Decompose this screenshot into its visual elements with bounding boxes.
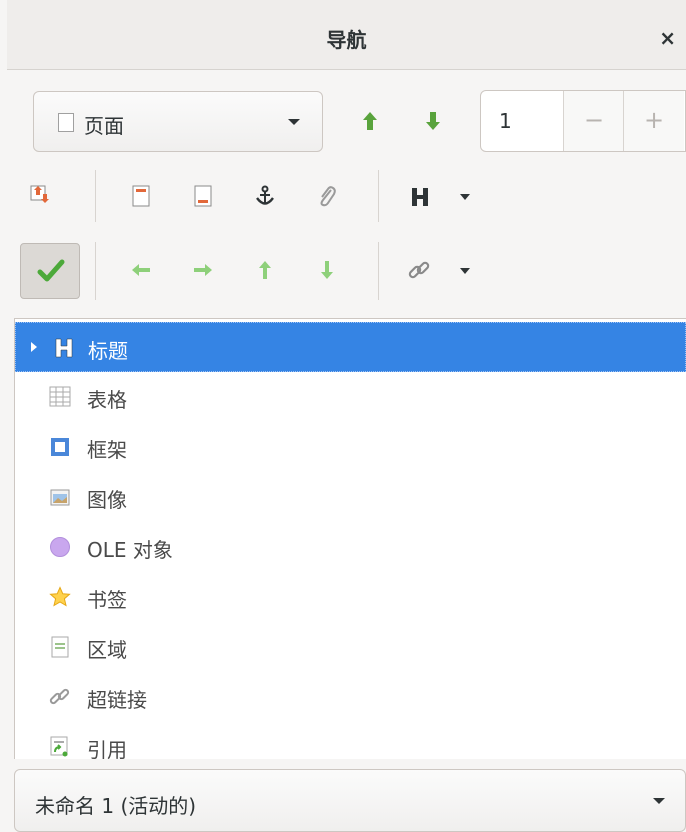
toolbar-separator: [378, 242, 379, 300]
heading-icon: [55, 338, 73, 358]
tree-item-label: 超链接: [87, 688, 147, 712]
promote-chapter-button[interactable]: [128, 258, 154, 282]
tree-item-label: 书签: [87, 588, 127, 612]
tree-item-label: 区域: [87, 638, 127, 662]
header-icon: [132, 185, 150, 207]
anchor-button[interactable]: [252, 182, 278, 210]
hyperlink-icon: [408, 261, 430, 279]
chevron-down-icon: [460, 268, 470, 274]
close-button[interactable]: ×: [659, 26, 676, 50]
reference-icon: [50, 736, 68, 757]
tree-item-headings[interactable]: 标题: [15, 322, 686, 372]
page-number-spinner[interactable]: 1 − +: [480, 90, 686, 152]
tree-item-label: 表格: [87, 388, 127, 412]
page-number-value[interactable]: 1: [499, 109, 512, 133]
toolbar-separator: [95, 170, 96, 222]
drag-mode-button[interactable]: [20, 243, 80, 299]
tree-item-hyperlinks[interactable]: 超链接: [15, 672, 686, 722]
arrow-up-icon: [363, 112, 377, 130]
document-selector[interactable]: 未命名 1 (活动的): [14, 769, 686, 832]
increment-button[interactable]: +: [623, 91, 684, 151]
next-object-button[interactable]: [420, 108, 446, 134]
toolbar-separator: [378, 170, 379, 222]
chevron-down-icon: [288, 119, 300, 125]
frame-icon: [51, 438, 69, 456]
navigate-by-label: 页面: [84, 114, 124, 138]
expander-icon: [31, 342, 37, 352]
arrow-left-icon: [132, 264, 150, 276]
footer-button[interactable]: [190, 182, 216, 210]
tree-item-tables[interactable]: 表格: [15, 372, 686, 422]
arrow-right-icon: [194, 264, 212, 276]
toolbar-separator: [95, 242, 96, 300]
promote-level-button[interactable]: [252, 258, 278, 282]
previous-object-button[interactable]: [357, 108, 383, 134]
footer-icon: [194, 185, 212, 207]
navigate-by-dropdown[interactable]: 页面: [33, 91, 323, 152]
tree-item-frames[interactable]: 框架: [15, 422, 686, 472]
reminder-button[interactable]: [314, 182, 340, 210]
drag-mode-hyperlink-button[interactable]: [404, 256, 434, 284]
hyperlink-icon: [49, 688, 70, 705]
tree-item-label: 框架: [87, 438, 127, 462]
decrement-button[interactable]: −: [563, 91, 624, 151]
dialog-title: 导航: [326, 28, 367, 52]
active-document-label: 未命名 1 (活动的): [35, 794, 197, 818]
page-icon: [58, 113, 74, 132]
navigator-content-tree[interactable]: 标题 表格 框架 图像 OLE 对象 书签 区域 超链接 引用: [14, 318, 686, 759]
demote-chapter-button[interactable]: [190, 258, 216, 282]
tree-item-references[interactable]: 引用: [15, 722, 686, 759]
tree-item-label: 引用: [87, 738, 127, 759]
arrow-up-icon: [259, 261, 271, 279]
anchor-icon: [256, 185, 274, 205]
chevron-down-icon: [653, 798, 665, 804]
checkmark-icon: [37, 259, 65, 282]
tree-item-ole-objects[interactable]: OLE 对象: [15, 522, 686, 572]
arrow-down-icon: [321, 261, 333, 279]
table-icon: [49, 386, 71, 407]
tree-item-label: 标题: [88, 339, 128, 363]
heading-level-button[interactable]: [405, 184, 435, 210]
tree-item-bookmarks[interactable]: 书签: [15, 572, 686, 622]
tree-item-label: 图像: [87, 488, 127, 512]
image-icon: [50, 489, 70, 506]
ole-object-icon: [50, 537, 70, 557]
header-button[interactable]: [128, 182, 154, 210]
dialog-titlebar: 导航 ×: [7, 0, 686, 70]
arrow-down-icon: [426, 112, 440, 130]
section-icon: [51, 636, 69, 658]
paperclip-icon: [320, 186, 336, 207]
content-view-button[interactable]: [26, 181, 56, 211]
tree-item-label: OLE 对象: [87, 538, 173, 562]
bookmark-icon: [49, 586, 71, 607]
drag-mode-dropdown[interactable]: [455, 264, 475, 278]
heading-icon: [412, 188, 428, 206]
demote-level-button[interactable]: [314, 258, 340, 282]
chevron-down-icon: [460, 194, 470, 200]
tree-item-images[interactable]: 图像: [15, 472, 686, 522]
tree-item-sections[interactable]: 区域: [15, 622, 686, 672]
promote-demote-icon: [30, 185, 49, 203]
heading-level-dropdown[interactable]: [455, 190, 475, 204]
